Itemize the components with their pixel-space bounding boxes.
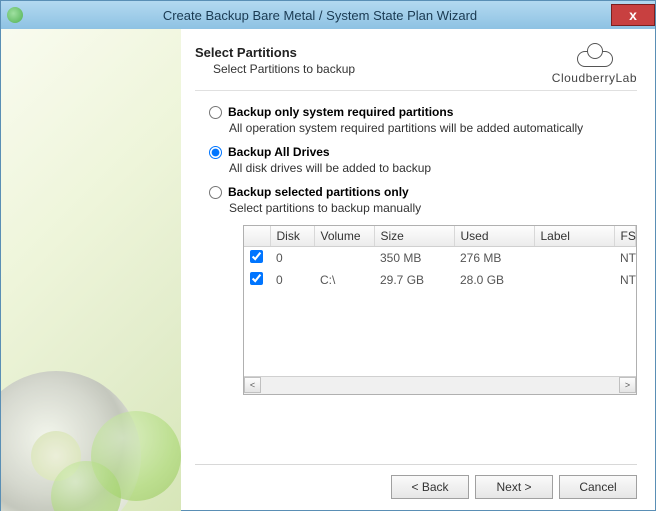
radio-all-drives[interactable] — [209, 146, 222, 159]
cell-size: 29.7 GB — [374, 269, 454, 291]
cloud-icon — [573, 41, 615, 69]
brand-name: CloudberryLab — [552, 71, 637, 85]
cell-disk: 0 — [270, 269, 314, 291]
radio-system-required[interactable] — [209, 106, 222, 119]
col-label[interactable]: Label — [534, 226, 614, 247]
col-check[interactable] — [244, 226, 270, 247]
scroll-left-arrow[interactable]: < — [244, 377, 261, 393]
col-used[interactable]: Used — [454, 226, 534, 247]
option-desc: All operation system required partitions… — [229, 121, 637, 135]
col-size[interactable]: Size — [374, 226, 454, 247]
option-desc: Select partitions to backup manually — [229, 201, 637, 215]
cancel-button[interactable]: Cancel — [559, 475, 637, 499]
option-label: Backup All Drives — [228, 145, 330, 159]
option-row[interactable]: Backup only system required partitions — [209, 105, 637, 119]
cell-fs: NTFS — [614, 269, 636, 291]
option-system-required: Backup only system required partitions A… — [209, 105, 637, 135]
option-label: Backup only system required partitions — [228, 105, 453, 119]
option-row[interactable]: Backup selected partitions only — [209, 185, 637, 199]
page-header: Select Partitions Select Partitions to b… — [195, 41, 637, 76]
option-label: Backup selected partitions only — [228, 185, 409, 199]
cell-volume: C:\ — [314, 269, 374, 291]
cell-label — [534, 247, 614, 270]
cell-used: 28.0 GB — [454, 269, 534, 291]
table-header-row: Disk Volume Size Used Label FS — [244, 226, 636, 247]
table-row[interactable]: 0 350 MB 276 MB NTFS — [244, 247, 636, 270]
horizontal-scrollbar[interactable]: < > — [244, 376, 636, 394]
partitions-table-wrap: Disk Volume Size Used Label FS — [243, 225, 637, 395]
wizard-window: Create Backup Bare Metal / System State … — [0, 0, 656, 511]
titlebar: Create Backup Bare Metal / System State … — [1, 1, 655, 29]
scroll-track[interactable] — [261, 377, 619, 394]
option-all-drives: Backup All Drives All disk drives will b… — [209, 145, 637, 175]
main-panel: Select Partitions Select Partitions to b… — [181, 29, 655, 511]
table-row[interactable]: 0 C:\ 29.7 GB 28.0 GB NTFS — [244, 269, 636, 291]
col-volume[interactable]: Volume — [314, 226, 374, 247]
col-disk[interactable]: Disk — [270, 226, 314, 247]
col-fs[interactable]: FS — [614, 226, 636, 247]
scroll-right-arrow[interactable]: > — [619, 377, 636, 393]
cell-volume — [314, 247, 374, 270]
sidebar-graphic — [1, 29, 181, 511]
cell-used: 276 MB — [454, 247, 534, 270]
row-checkbox[interactable] — [250, 250, 263, 263]
app-icon — [7, 7, 23, 23]
option-row[interactable]: Backup All Drives — [209, 145, 637, 159]
option-desc: All disk drives will be added to backup — [229, 161, 637, 175]
separator — [195, 90, 637, 91]
window-title: Create Backup Bare Metal / System State … — [29, 8, 611, 23]
cell-label — [534, 269, 614, 291]
radio-selected-only[interactable] — [209, 186, 222, 199]
next-button[interactable]: Next > — [475, 475, 553, 499]
cell-size: 350 MB — [374, 247, 454, 270]
close-button[interactable]: x — [611, 4, 655, 26]
option-selected-only: Backup selected partitions only Select p… — [209, 185, 637, 215]
footer-buttons: < Back Next > Cancel — [195, 464, 637, 499]
body: Select Partitions Select Partitions to b… — [1, 29, 655, 511]
row-checkbox[interactable] — [250, 272, 263, 285]
back-button[interactable]: < Back — [391, 475, 469, 499]
cell-fs: NTFS — [614, 247, 636, 270]
options-group: Backup only system required partitions A… — [209, 105, 637, 395]
cell-disk: 0 — [270, 247, 314, 270]
brand: CloudberryLab — [552, 41, 637, 85]
partitions-table: Disk Volume Size Used Label FS — [244, 226, 636, 291]
